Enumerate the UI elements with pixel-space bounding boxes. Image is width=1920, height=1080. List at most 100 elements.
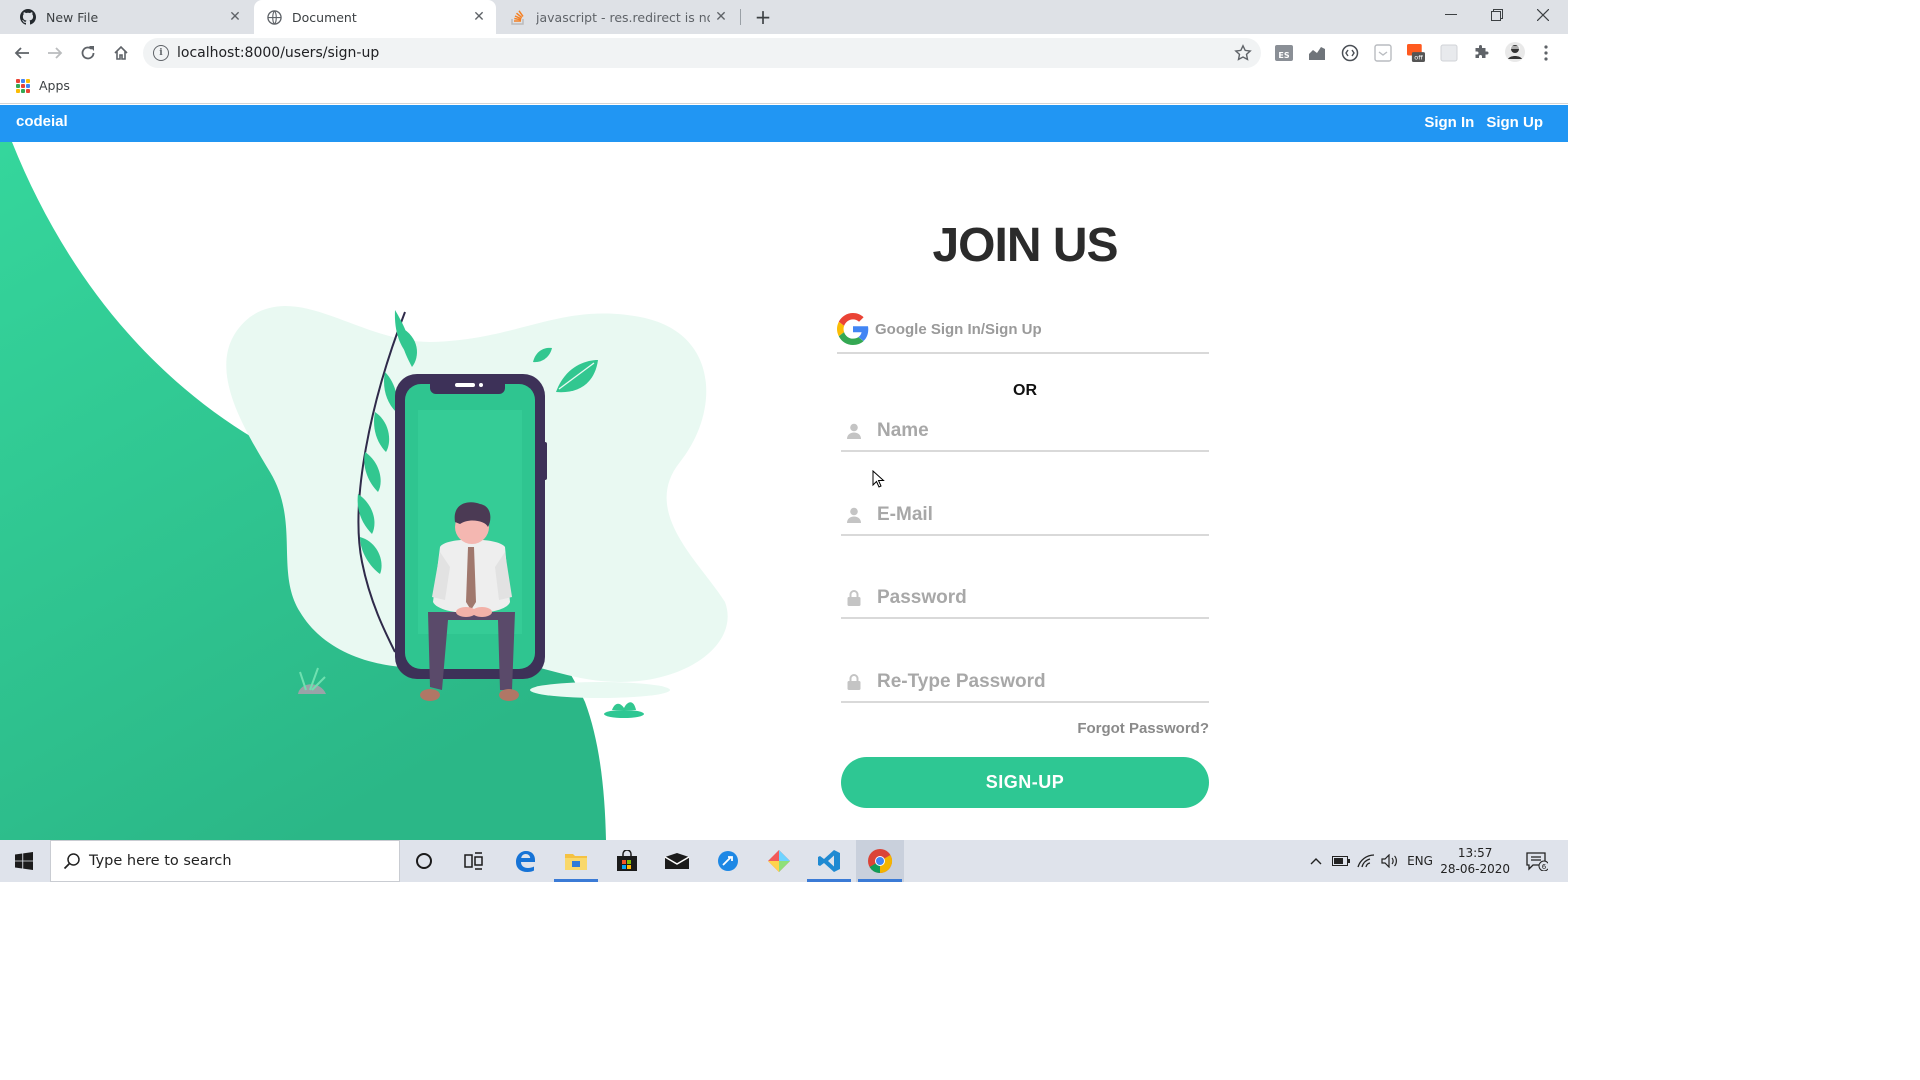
phone-speaker xyxy=(455,383,475,387)
windows-start-icon[interactable] xyxy=(0,840,48,882)
sign-up-button[interactable]: SIGN-UP xyxy=(841,757,1209,808)
language-indicator[interactable]: ENG xyxy=(1404,840,1436,882)
phone-camera xyxy=(479,383,483,387)
or-divider: OR xyxy=(1013,382,1037,399)
notification-count: 6 xyxy=(1542,863,1547,871)
brand-logo[interactable]: codeial xyxy=(16,113,68,130)
signup-illustration xyxy=(0,142,728,840)
doc-extension-icon[interactable] xyxy=(1374,44,1392,62)
close-tab-icon[interactable]: ✕ xyxy=(224,6,246,28)
edge-icon[interactable] xyxy=(501,840,549,882)
battery-icon[interactable] xyxy=(1330,840,1352,882)
mail-icon[interactable] xyxy=(653,840,701,882)
globe-icon xyxy=(266,9,282,25)
phone-side-button xyxy=(543,442,547,480)
home-icon[interactable] xyxy=(108,40,134,66)
gitkraken-icon[interactable] xyxy=(755,840,803,882)
apps-label: Apps xyxy=(39,78,70,93)
tab-separator xyxy=(740,9,741,25)
taskbar-clock[interactable]: 13:57 28-06-2020 xyxy=(1440,845,1510,877)
close-tab-icon[interactable]: ✕ xyxy=(710,6,732,28)
task-view-icon[interactable] xyxy=(450,840,498,882)
apps-shortcut[interactable]: Apps xyxy=(16,78,70,93)
minimize-icon[interactable] xyxy=(1428,0,1474,30)
windows-taskbar: Type here to search ENG 13:57 28-06-2020… xyxy=(0,840,1568,882)
tab-title: Document xyxy=(292,9,357,25)
off-extension-icon[interactable]: off xyxy=(1407,44,1425,62)
notifications-icon[interactable]: 6 xyxy=(1520,840,1554,882)
clock-date: 28-06-2020 xyxy=(1440,862,1510,876)
site-nav: Sign In Sign Up xyxy=(1424,114,1543,131)
tab-title: New File xyxy=(46,9,99,25)
microsoft-store-icon[interactable] xyxy=(603,840,651,882)
password-input[interactable] xyxy=(877,587,1197,609)
forward-icon[interactable] xyxy=(42,40,68,66)
bookmark-star-icon[interactable] xyxy=(1234,44,1252,62)
small-plant-base xyxy=(604,710,644,718)
puzzle-icon[interactable] xyxy=(1472,44,1490,62)
sign-up-link[interactable]: Sign Up xyxy=(1486,114,1543,131)
forgot-password-link[interactable]: Forgot Password? xyxy=(1077,720,1209,737)
tab-stackoverflow[interactable]: javascript - res.redirect is not a fu ✕ xyxy=(498,0,738,34)
lock-icon xyxy=(847,590,861,606)
name-input[interactable] xyxy=(877,420,1197,442)
taskbar-search-box[interactable]: Type here to search xyxy=(50,840,400,882)
lock-icon xyxy=(847,674,861,690)
site-navbar: codeial Sign In Sign Up xyxy=(0,105,1568,142)
name-field xyxy=(841,412,1209,452)
google-signin-label: Google Sign In/Sign Up xyxy=(875,320,1042,338)
code-extension-icon[interactable] xyxy=(1341,44,1359,62)
email-input[interactable] xyxy=(877,504,1197,526)
chrome-menu-icon[interactable] xyxy=(1537,44,1555,62)
file-explorer-icon[interactable] xyxy=(552,840,600,882)
retype-password-input[interactable] xyxy=(877,671,1197,693)
bookmarks-bar: Apps xyxy=(0,72,1568,104)
sign-in-link[interactable]: Sign In xyxy=(1424,114,1474,131)
user-icon xyxy=(847,423,861,439)
clock-time: 13:57 xyxy=(1457,846,1493,860)
tab-document[interactable]: Document ✕ xyxy=(254,0,496,34)
user-icon xyxy=(847,507,861,523)
svg-text:ES: ES xyxy=(1278,51,1289,60)
cortana-icon[interactable] xyxy=(400,840,448,882)
google-signin-button[interactable]: Google Sign In/Sign Up xyxy=(837,306,1209,354)
chrome-taskbar-icon[interactable] xyxy=(856,840,904,882)
url-text: localhost:8000/users/sign-up xyxy=(177,45,380,61)
retype-password-field xyxy=(841,663,1209,703)
blank-extension-icon[interactable] xyxy=(1440,44,1458,62)
browser-tab-strip: New File ✕ Document ✕ javascript - res.r… xyxy=(0,0,1568,34)
show-hidden-icons-icon[interactable] xyxy=(1306,840,1326,882)
chart-extension-icon[interactable] xyxy=(1308,44,1326,62)
postman-icon[interactable] xyxy=(704,840,752,882)
password-field xyxy=(841,579,1209,619)
taskbar-search-placeholder: Type here to search xyxy=(89,853,232,869)
signup-page: JOIN US Google Sign In/Sign Up OR Name E… xyxy=(0,142,1568,840)
search-icon xyxy=(63,853,80,870)
address-bar[interactable]: i localhost:8000/users/sign-up xyxy=(143,38,1261,68)
close-window-icon[interactable] xyxy=(1520,0,1566,30)
volume-icon[interactable] xyxy=(1379,840,1401,882)
es-extension-icon[interactable]: ES xyxy=(1275,44,1293,62)
wifi-icon[interactable] xyxy=(1355,840,1377,882)
github-icon xyxy=(20,9,36,25)
close-tab-icon[interactable]: ✕ xyxy=(468,6,490,28)
google-icon xyxy=(837,313,869,345)
restore-icon[interactable] xyxy=(1474,0,1520,30)
vscode-icon[interactable] xyxy=(805,840,853,882)
new-tab-button[interactable]: + xyxy=(751,5,775,29)
site-info-icon[interactable]: i xyxy=(153,45,169,61)
tab-title: javascript - res.redirect is not a fu xyxy=(536,9,710,25)
apps-grid-icon xyxy=(16,78,30,93)
back-icon[interactable] xyxy=(9,40,35,66)
tab-new-file[interactable]: New File ✕ xyxy=(0,0,252,34)
browser-toolbar: i localhost:8000/users/sign-up ES off xyxy=(0,34,1568,72)
ground-shadow xyxy=(530,682,670,698)
stackoverflow-icon xyxy=(510,9,526,25)
profile-avatar-icon[interactable] xyxy=(1504,41,1526,63)
page-title: JOIN US xyxy=(932,219,1118,272)
email-field xyxy=(841,496,1209,536)
reload-icon[interactable] xyxy=(75,40,101,66)
mouse-cursor-icon xyxy=(872,470,885,488)
off-badge-text: off xyxy=(1414,54,1423,62)
small-plant xyxy=(612,702,636,710)
